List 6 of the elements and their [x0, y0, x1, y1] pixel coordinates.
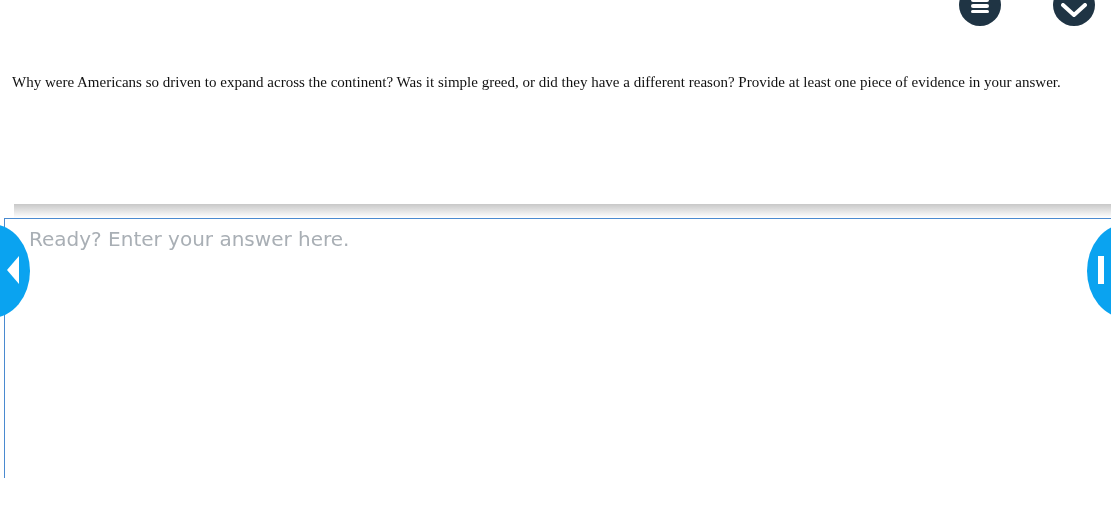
question-text: Why were Americans so driven to expand across the continent? Was it simple greed, or did they have a different reason? Provide at least one piece of evidence in your answer.	[11, 73, 1062, 92]
menu-icon	[971, 0, 989, 13]
chevron-down-icon	[1061, 3, 1087, 17]
triangle-icon	[7, 255, 19, 284]
answer-field[interactable]: Ready? Enter your answer here.	[4, 218, 1111, 478]
bar-icon	[1098, 255, 1104, 284]
